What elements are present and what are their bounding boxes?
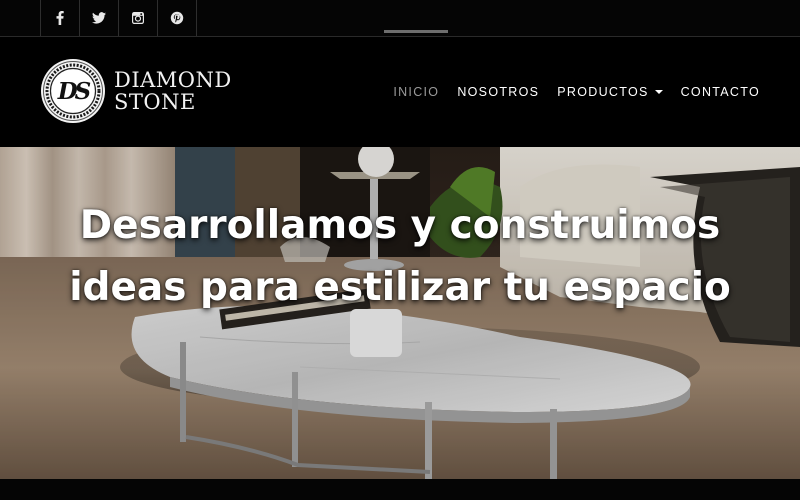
- nav-contacto[interactable]: CONTACTO: [681, 85, 760, 99]
- main-navbar: DS DIAMOND STONE INICIO NOSOTROS PRODUCT…: [0, 30, 800, 147]
- pinterest-icon: [170, 11, 184, 25]
- nav-inicio-label: INICIO: [393, 85, 440, 99]
- twitter-link[interactable]: [79, 0, 118, 36]
- nav-nosotros-label: NOSOTROS: [457, 85, 540, 99]
- bottom-bar: [0, 479, 800, 500]
- pinterest-link[interactable]: [157, 0, 197, 36]
- hero-heading-line-1: Desarrollamos y construimos: [79, 203, 721, 248]
- brand-logo-link[interactable]: DS DIAMOND STONE: [40, 58, 232, 124]
- social-links: [40, 0, 197, 36]
- nav-contacto-label: CONTACTO: [680, 85, 760, 99]
- svg-text:DS: DS: [57, 78, 91, 105]
- nav-productos-label: PRODUCTOS: [557, 85, 649, 99]
- diamond-stone-logo: DS: [41, 59, 105, 123]
- facebook-icon: [56, 11, 64, 25]
- brand-line-1: DIAMOND: [114, 68, 232, 92]
- caret-down-icon: [654, 90, 663, 94]
- nav-productos-dropdown[interactable]: PRODUCTOS: [557, 85, 663, 99]
- main-menu: INICIO NOSOTROS PRODUCTOS CONTACTO: [375, 30, 760, 147]
- instagram-icon: [132, 12, 144, 24]
- nav-inicio[interactable]: INICIO: [384, 30, 449, 99]
- nav-nosotros[interactable]: NOSOTROS: [457, 85, 539, 99]
- twitter-icon: [92, 12, 106, 24]
- hero-heading: Desarrollamos y construimos ideas para e…: [0, 195, 800, 319]
- instagram-link[interactable]: [118, 0, 157, 36]
- hero-heading-line-2: ideas para estilizar tu espacio: [69, 265, 731, 310]
- facebook-link[interactable]: [40, 0, 79, 36]
- brand-name: DIAMOND STONE: [114, 69, 232, 113]
- brand-line-2: STONE: [114, 90, 196, 114]
- hero-banner: Desarrollamos y construimos ideas para e…: [0, 147, 800, 479]
